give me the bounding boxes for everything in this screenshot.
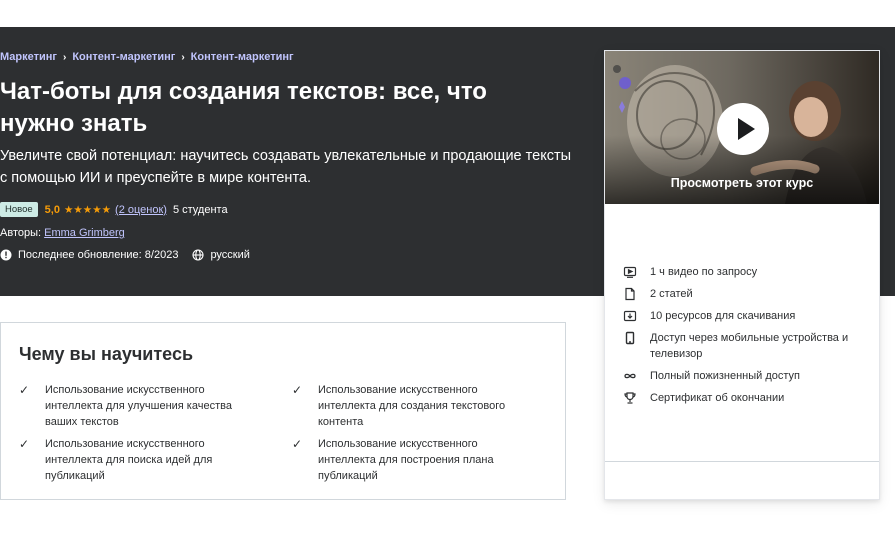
preview-caption[interactable]: Просмотреть этот курс [605, 176, 879, 190]
globe-icon [192, 249, 204, 261]
new-badge: Новое [0, 202, 38, 217]
includes-item: Доступ через мобильные устройства и теле… [623, 330, 868, 362]
includes-item: 2 статей [623, 286, 868, 302]
learn-item: ✓ Использование искусственного интеллект… [19, 383, 232, 428]
course-language: русский [210, 249, 250, 261]
check-icon: ✓ [292, 437, 303, 451]
author-link[interactable]: Emma Grimberg [44, 227, 125, 239]
students-count: 5 студента [172, 203, 228, 216]
chevron-right-icon: › [181, 51, 185, 63]
rating-value: 5,0 [44, 203, 60, 216]
includes-item: 10 ресурсов для скачивания [623, 308, 868, 324]
includes-item: Полный пожизненный доступ [623, 368, 868, 384]
learn-item: ✓ Использование искусственного интеллект… [292, 383, 506, 428]
check-icon: ✓ [19, 437, 30, 451]
breadcrumb-item-content-marketing-topic[interactable]: Контент-маркетинг [191, 51, 294, 63]
meta-row: Последнее обновление: 8/2023 русский [0, 249, 250, 261]
course-sidebar-card: Просмотреть этот курс 1 ч видео по запро… [604, 50, 880, 500]
section-title: Чему вы научитесь [19, 344, 194, 364]
includes-item: Сертификат об окончании [623, 390, 868, 406]
trophy-icon [623, 391, 637, 405]
breadcrumb: Маркетинг › Контент-маркетинг › Контент-… [0, 51, 294, 63]
learn-item: ✓ Использование искусственного интеллект… [292, 437, 494, 482]
learn-item: ✓ Использование искусственного интеллект… [19, 437, 213, 482]
play-icon[interactable] [717, 103, 769, 155]
check-icon: ✓ [292, 383, 303, 397]
authors-label: Авторы: [0, 227, 42, 239]
course-includes-list: 1 ч видео по запросу 2 статей 10 ресурсо… [623, 264, 868, 412]
what-you-will-learn: Чему вы научитесь ✓ Использование искусс… [0, 322, 566, 500]
course-subtitle: Увеличте свой потенциал: научитесь созда… [0, 148, 572, 186]
course-preview[interactable]: Просмотреть этот курс [605, 51, 879, 204]
mobile-icon [623, 331, 637, 345]
rating-row: Новое 5,0 ★★★★★ (2 оценок) 5 студента [0, 202, 228, 217]
breadcrumb-item-content-marketing[interactable]: Контент-маркетинг [72, 51, 175, 63]
article-icon [623, 287, 637, 301]
course-title: Чат-боты для создания текстов: все, что … [0, 78, 487, 137]
authors-row: Авторы: Emma Grimberg [0, 227, 125, 239]
chevron-right-icon: › [63, 51, 67, 63]
reviews-link[interactable]: (2 оценок) [115, 204, 167, 216]
star-rating-icon: ★★★★★ [63, 203, 112, 216]
infinity-icon [623, 369, 637, 383]
last-updated: Последнее обновление: 8/2023 [18, 249, 179, 261]
includes-item: 1 ч видео по запросу [623, 264, 868, 280]
alert-icon [0, 249, 12, 261]
breadcrumb-item-marketing[interactable]: Маркетинг [0, 51, 57, 63]
divider [605, 461, 879, 462]
check-icon: ✓ [19, 383, 30, 397]
download-icon [623, 309, 637, 323]
video-icon [623, 265, 637, 279]
